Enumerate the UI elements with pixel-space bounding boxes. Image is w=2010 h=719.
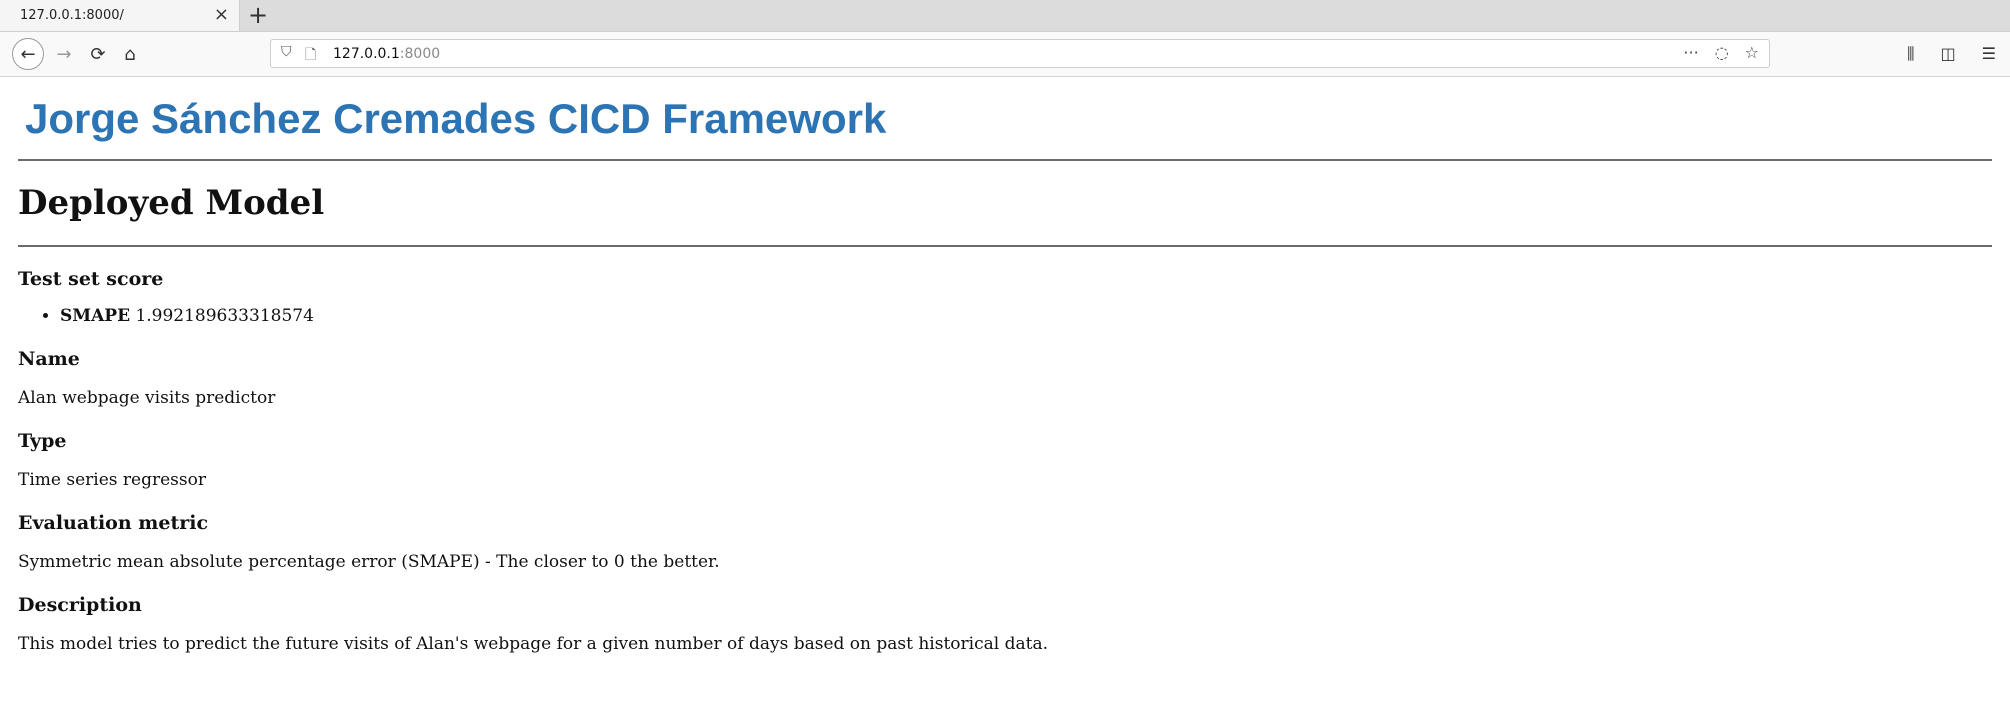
score-value: 1.992189633318574 <box>135 306 314 326</box>
name-value: Alan webpage visits predictor <box>18 388 276 408</box>
address-bar[interactable]: ⛉ 🗋 127.0.0.1:8000 ··· ◌ ☆ <box>270 39 1770 68</box>
score-label: SMAPE <box>60 306 131 326</box>
page-info-icon[interactable]: 🗋 <box>305 44 316 68</box>
name-heading: Name <box>18 348 80 370</box>
home-icon[interactable]: ⌂ <box>118 42 142 66</box>
url-text[interactable]: 127.0.0.1:8000 <box>333 46 440 62</box>
browser-tab[interactable]: 127.0.0.1:8000/ × <box>0 0 240 31</box>
metric-value: Symmetric mean absolute percentage error… <box>18 552 720 572</box>
url-port: :8000 <box>399 46 441 62</box>
divider-bottom <box>18 245 1992 247</box>
bookmark-star-icon[interactable]: ☆ <box>1745 43 1759 62</box>
metric-heading: Evaluation metric <box>18 512 209 534</box>
new-tab-icon[interactable]: + <box>248 1 268 29</box>
page-title: Deployed Model <box>18 183 325 223</box>
type-heading: Type <box>18 430 67 452</box>
menu-icon[interactable]: ☰ <box>1982 44 1996 64</box>
brand-title: Jorge Sánchez Cremades CICD Framework <box>25 95 887 142</box>
tab-title: 127.0.0.1:8000/ <box>20 8 124 23</box>
toolbar-right: ⫼ ◫ ☰ <box>1907 44 1996 64</box>
url-actions: ··· ◌ ☆ <box>1683 43 1759 62</box>
back-arrow-icon[interactable]: ← <box>12 38 44 70</box>
sidebar-icon[interactable]: ◫ <box>1941 44 1956 64</box>
navigation-bar: ← → ⟳ ⌂ ⛉ 🗋 127.0.0.1:8000 ··· ◌ ☆ ⫼ ◫ ☰ <box>0 32 2010 77</box>
close-tab-icon[interactable]: × <box>214 4 229 25</box>
pocket-icon[interactable]: ◌ <box>1715 43 1729 62</box>
description-heading: Description <box>18 594 142 616</box>
more-actions-icon[interactable]: ··· <box>1683 43 1698 62</box>
library-icon[interactable]: ⫼ <box>1907 44 1914 64</box>
reload-icon[interactable]: ⟳ <box>86 42 110 66</box>
page-content: Jorge Sánchez Cremades CICD Framework De… <box>0 91 2010 655</box>
description-value: This model tries to predict the future v… <box>18 634 1048 654</box>
forward-arrow-icon[interactable]: → <box>52 42 76 66</box>
type-value: Time series regressor <box>18 470 206 490</box>
score-heading: Test set score <box>18 268 164 290</box>
shield-icon[interactable]: ⛉ <box>281 44 292 60</box>
divider-top <box>18 159 1992 161</box>
url-host: 127.0.0.1 <box>333 46 400 62</box>
score-list: SMAPE 1.992189633318574 <box>18 305 1992 327</box>
score-item: SMAPE 1.992189633318574 <box>60 305 1992 327</box>
tab-bar: 127.0.0.1:8000/ × + <box>0 0 2010 32</box>
